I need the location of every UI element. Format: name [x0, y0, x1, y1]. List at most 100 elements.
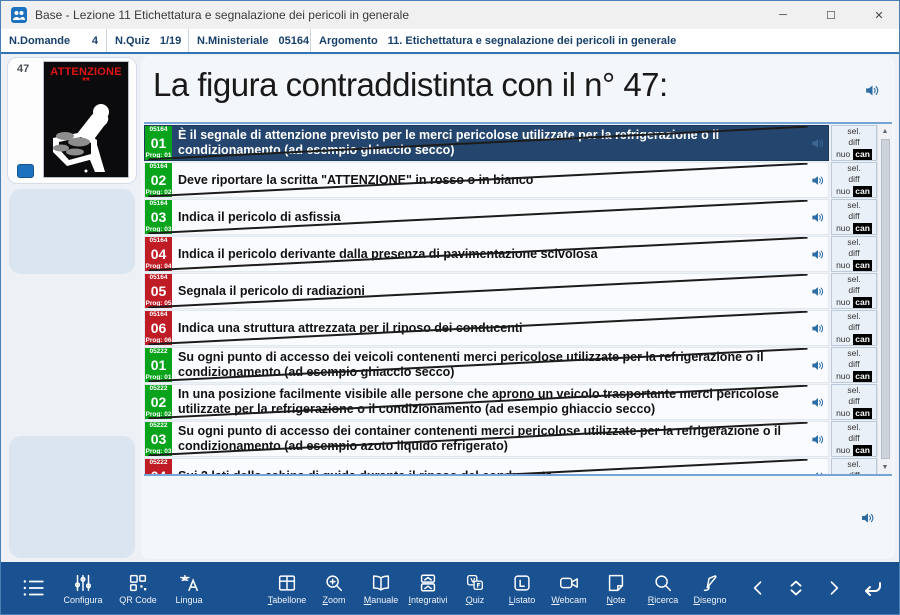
panel-speaker-icon[interactable]: [860, 510, 876, 526]
flag-diff[interactable]: diff: [848, 137, 859, 148]
zoom-button[interactable]: Zoom: [311, 564, 357, 612]
flag-can[interactable]: can: [853, 223, 872, 234]
flag-can[interactable]: can: [853, 408, 872, 419]
disegno-button[interactable]: Disegno: [687, 564, 733, 612]
answer-speaker-icon[interactable]: [808, 210, 828, 225]
lingua-button[interactable]: Lingua: [166, 564, 212, 612]
answer-row[interactable]: 05164 06 Prog: 06 Indica una struttura a…: [144, 310, 877, 346]
answer-row[interactable]: 05222 01 Prog: 01 Su ogni punto di acces…: [144, 347, 877, 383]
flag-sel[interactable]: sel.: [847, 459, 860, 470]
flag-can[interactable]: can: [853, 371, 872, 382]
next-question-button[interactable]: [817, 567, 851, 609]
flag-can[interactable]: can: [853, 445, 872, 456]
qr-code-button[interactable]: QR Code: [113, 564, 163, 612]
expand-collapse-button[interactable]: [779, 567, 813, 609]
flag-nuo[interactable]: nuo: [836, 371, 850, 382]
flag-sel[interactable]: sel.: [847, 311, 860, 322]
flag-nuo[interactable]: nuo: [836, 297, 850, 308]
flag-nuo[interactable]: nuo: [836, 186, 850, 197]
close-button[interactable]: ✕: [859, 1, 899, 29]
flag-diff[interactable]: diff: [848, 248, 859, 259]
flag-sel[interactable]: sel.: [847, 200, 860, 211]
flag-diff[interactable]: diff: [848, 433, 859, 444]
integrativi-button[interactable]: Integrativi: [405, 564, 451, 612]
flag-diff[interactable]: diff: [848, 285, 859, 296]
figure-marker-chip[interactable]: [17, 164, 34, 178]
flag-sel[interactable]: sel.: [847, 348, 860, 359]
flag-can[interactable]: can: [853, 149, 872, 160]
answer-row-main[interactable]: 05164 05 Prog: 05 Segnala il pericolo di…: [144, 273, 829, 309]
answer-text: È il segnale di attenzione previsto per …: [172, 127, 808, 159]
webcam-button[interactable]: Webcam: [546, 564, 592, 612]
flag-nuo[interactable]: nuo: [836, 223, 850, 234]
answer-row[interactable]: 05164 05 Prog: 05 Segnala il pericolo di…: [144, 273, 877, 309]
flag-can[interactable]: can: [853, 297, 872, 308]
flag-nuo[interactable]: nuo: [836, 445, 850, 456]
flag-sel[interactable]: sel.: [847, 385, 860, 396]
answer-row-main[interactable]: 05222 01 Prog: 01 Su ogni punto di acces…: [144, 347, 829, 383]
note-button[interactable]: Note: [593, 564, 639, 612]
menu-button[interactable]: [13, 564, 53, 612]
flag-diff[interactable]: diff: [848, 322, 859, 333]
answer-row[interactable]: 05222 04 Prog: 04 Sui 2 lati della cabin…: [144, 458, 877, 474]
flag-nuo[interactable]: nuo: [836, 408, 850, 419]
answer-speaker-icon[interactable]: [808, 395, 828, 410]
answer-row[interactable]: 05164 01 Prog: 01 È il segnale di attenz…: [144, 125, 877, 161]
answer-speaker-icon[interactable]: [808, 321, 828, 336]
flag-can[interactable]: can: [853, 260, 872, 271]
answer-speaker-icon[interactable]: [808, 432, 828, 447]
answer-row[interactable]: 05164 02 Prog: 02 Deve riportare la scri…: [144, 162, 877, 198]
flag-nuo[interactable]: nuo: [836, 260, 850, 271]
answer-speaker-icon[interactable]: [808, 136, 828, 151]
dry-ice-warning-sign[interactable]: ATTENZIONE **: [43, 61, 129, 178]
maximize-button[interactable]: ☐: [811, 1, 851, 29]
flag-can[interactable]: can: [853, 186, 872, 197]
answer-row-main[interactable]: 05164 03 Prog: 03 Indica il pericolo di …: [144, 199, 829, 235]
scroll-down-icon[interactable]: ▼: [882, 460, 889, 474]
answer-speaker-icon[interactable]: [808, 247, 828, 262]
answer-speaker-icon[interactable]: [808, 284, 828, 299]
manuale-button[interactable]: Manuale: [358, 564, 404, 612]
flag-sel[interactable]: sel.: [847, 126, 860, 137]
answer-row-main[interactable]: 05164 06 Prog: 06 Indica una struttura a…: [144, 310, 829, 346]
flag-sel[interactable]: sel.: [847, 274, 860, 285]
ricerca-button[interactable]: Ricerca: [640, 564, 686, 612]
flag-diff[interactable]: diff: [848, 359, 859, 370]
return-button[interactable]: [855, 567, 889, 609]
flag-diff[interactable]: diff: [848, 470, 859, 474]
answer-badge: 05222 03 Prog: 03: [145, 422, 172, 456]
answer-row-main[interactable]: 05164 01 Prog: 01 È il segnale di attenz…: [144, 125, 829, 161]
answer-row-main[interactable]: 05164 02 Prog: 02 Deve riportare la scri…: [144, 162, 829, 198]
flag-diff[interactable]: diff: [848, 174, 859, 185]
minimize-button[interactable]: ─: [763, 1, 803, 29]
scroll-up-icon[interactable]: ▲: [882, 124, 889, 138]
flag-diff[interactable]: diff: [848, 396, 859, 407]
answer-row-main[interactable]: 05222 02 Prog: 02 In una posizione facil…: [144, 384, 829, 420]
flag-nuo[interactable]: nuo: [836, 334, 850, 345]
quiz-button[interactable]: V F Quiz: [452, 564, 498, 612]
answer-row[interactable]: 05164 03 Prog: 03 Indica il pericolo di …: [144, 199, 877, 235]
answer-row[interactable]: 05222 02 Prog: 02 In una posizione facil…: [144, 384, 877, 420]
flag-diff[interactable]: diff: [848, 211, 859, 222]
answer-row[interactable]: 05164 04 Prog: 04 Indica il pericolo der…: [144, 236, 877, 272]
flag-sel[interactable]: sel.: [847, 422, 860, 433]
answer-speaker-icon[interactable]: [808, 173, 828, 188]
flag-sel[interactable]: sel.: [847, 163, 860, 174]
scroll-thumb[interactable]: [881, 139, 890, 459]
answer-row-main[interactable]: 05222 04 Prog: 04 Sui 2 lati della cabin…: [144, 458, 829, 474]
answer-row-main[interactable]: 05164 04 Prog: 04 Indica il pericolo der…: [144, 236, 829, 272]
answer-row-main[interactable]: 05222 03 Prog: 03 Su ogni punto di acces…: [144, 421, 829, 457]
answer-row[interactable]: 05222 03 Prog: 03 Su ogni punto di acces…: [144, 421, 877, 457]
tabellone-button[interactable]: Tabellone: [264, 564, 310, 612]
flag-sel[interactable]: sel.: [847, 237, 860, 248]
listato-button[interactable]: Listato: [499, 564, 545, 612]
flag-can[interactable]: can: [853, 334, 872, 345]
answer-speaker-icon[interactable]: [808, 469, 828, 475]
question-speaker-icon[interactable]: [864, 82, 881, 99]
configura-button[interactable]: Configura: [56, 564, 110, 612]
prev-question-button[interactable]: [741, 567, 775, 609]
answer-speaker-icon[interactable]: [808, 358, 828, 373]
answers-scrollbar[interactable]: ▲ ▼: [877, 124, 892, 474]
flag-nuo[interactable]: nuo: [836, 149, 850, 160]
app-window: Base - Lezione 11 Etichettatura e segnal…: [0, 0, 900, 615]
